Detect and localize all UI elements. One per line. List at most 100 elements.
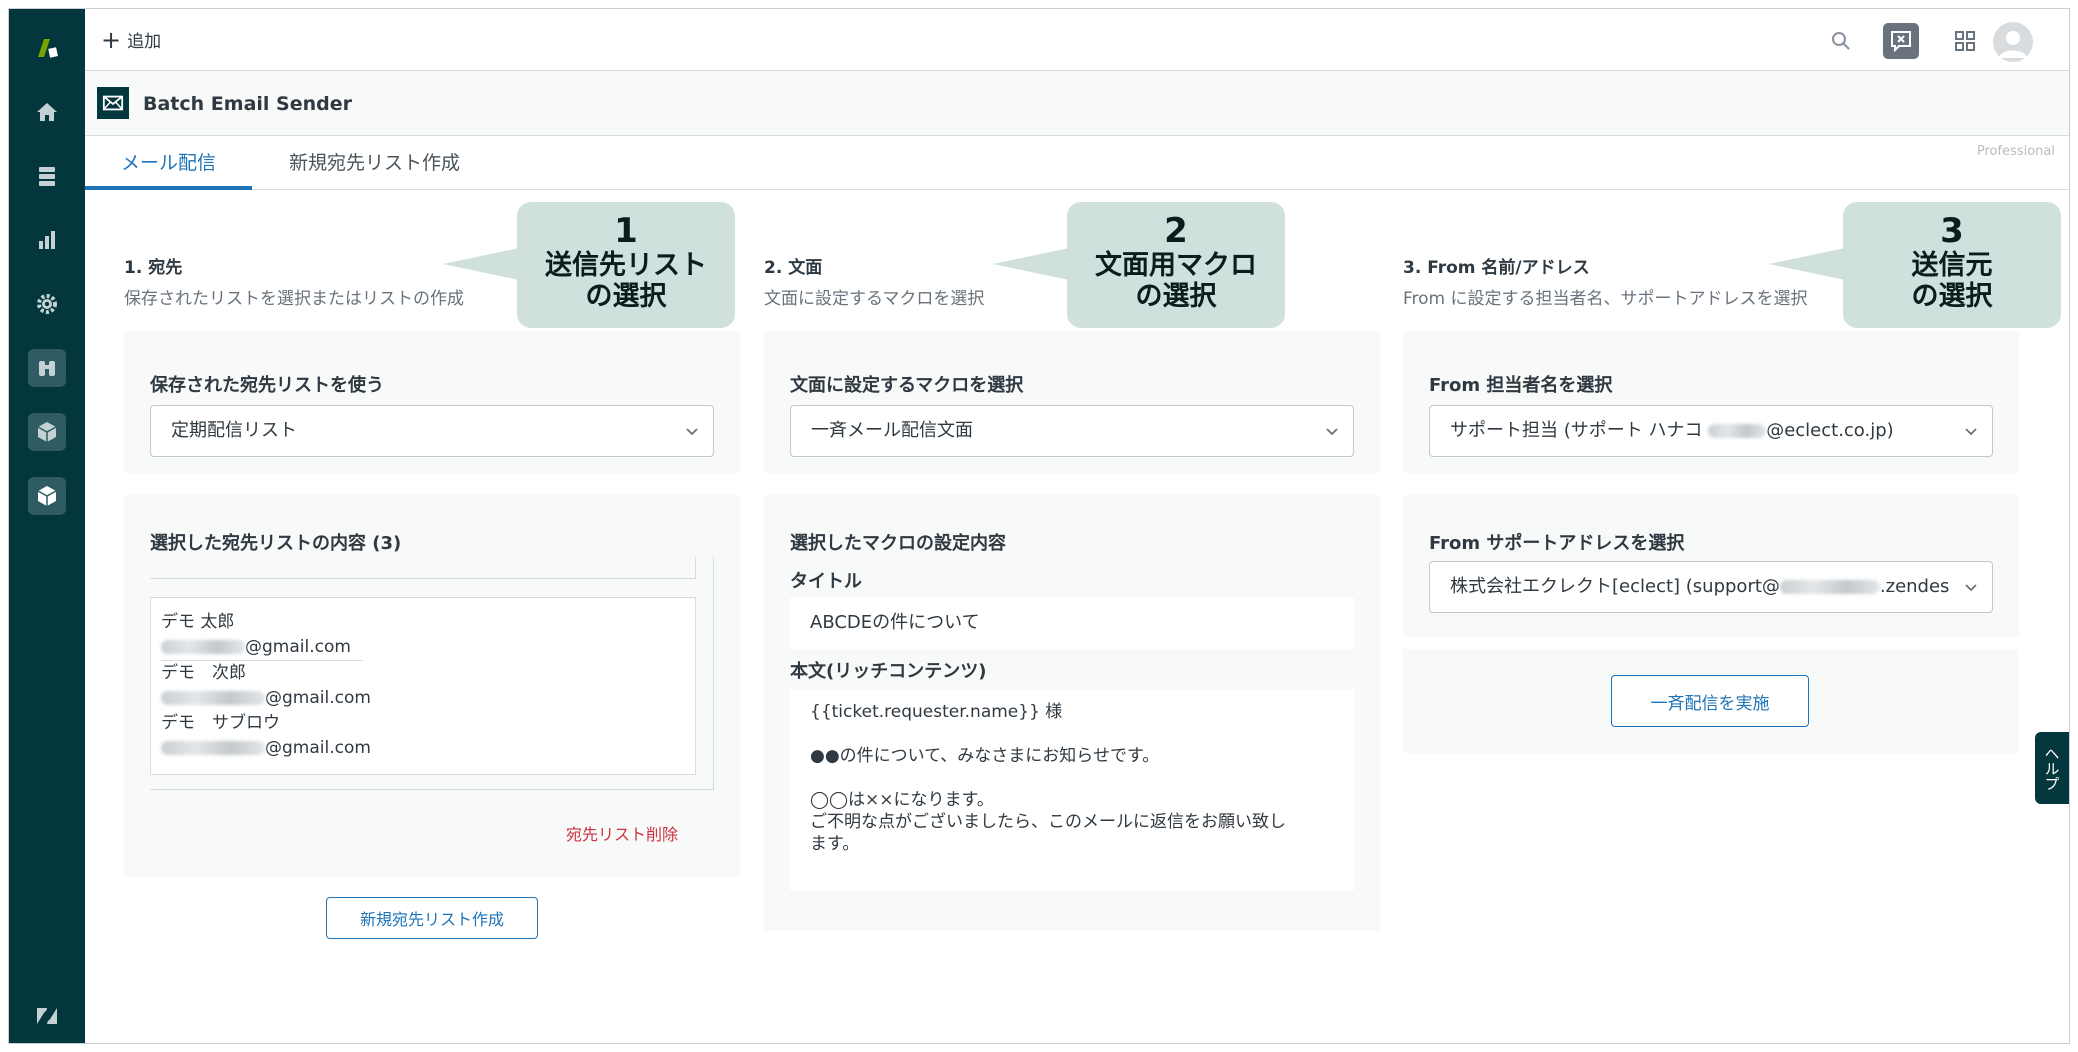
- app-box-icon[interactable]: [28, 413, 66, 451]
- sidebar: [9, 9, 85, 1043]
- settings-icon[interactable]: [28, 285, 66, 323]
- section-title: 3. From 名前/アドレス: [1403, 258, 1590, 278]
- recipient-email-domain: @gmail.com: [245, 637, 351, 657]
- list-item: デモ 太郎 @gmail.com: [161, 610, 685, 661]
- views-icon[interactable]: [28, 157, 66, 195]
- list-contents-label: 選択した宛先リストの内容 (3): [150, 533, 402, 554]
- callout-1: 1 送信先リスト の選択: [443, 202, 735, 328]
- chevron-down-icon: [686, 428, 698, 436]
- delete-list-link[interactable]: 宛先リスト削除: [566, 821, 678, 845]
- address-value-suffix: .zendes: [1879, 576, 1950, 597]
- agent-value-suffix: @eclect.co.jp): [1766, 420, 1894, 441]
- chevron-down-icon: [1965, 428, 1977, 436]
- callout-3: 3 送信元 の選択: [1769, 202, 2061, 328]
- macro-detail-label: 選択したマクロの設定内容: [790, 533, 1006, 554]
- app-box-active-icon[interactable]: [28, 477, 66, 515]
- callout-line: の選択: [1911, 281, 1993, 312]
- search-icon[interactable]: [1823, 23, 1859, 59]
- binoculars-icon[interactable]: [28, 349, 66, 387]
- add-button[interactable]: + 追加: [101, 27, 162, 53]
- subject-label: タイトル: [790, 571, 862, 592]
- home-icon[interactable]: [28, 93, 66, 131]
- list-item: デモ 次郎 @gmail.com: [161, 661, 685, 711]
- address-label: From サポートアドレスを選択: [1429, 533, 1685, 554]
- agent-select[interactable]: サポート担当 (サポート ハナコ @eclect.co.jp): [1429, 405, 1993, 457]
- list-header-row: [150, 557, 696, 579]
- app-frame: + 追加 Batch Email Sender メール配信 新規宛先リスト作成 …: [8, 8, 2070, 1044]
- app-header: Batch Email Sender: [85, 71, 2069, 136]
- body-content: {{ticket.requester.name}} 様 ●●の件について、みなさ…: [790, 689, 1354, 891]
- recipient-email: @gmail.com: [161, 685, 685, 711]
- callout-line: 送信元: [1911, 250, 1993, 281]
- recipients-section-header: 1. 宛先 保存されたリストを選択またはリストの作成: [124, 253, 464, 309]
- section-subtitle: 保存されたリストを選択またはリストの作成: [124, 289, 464, 309]
- body-label: 本文(リッチコンテンツ): [790, 661, 987, 682]
- saved-list-select[interactable]: 定期配信リスト: [150, 405, 714, 457]
- list-contents-card: 選択した宛先リストの内容 (3) デモ 太郎 @gmail.com デモ 次郎 …: [124, 495, 740, 877]
- section-title: 2. 文面: [764, 258, 823, 278]
- section-subtitle: 文面に設定するマクロを選択: [764, 289, 985, 309]
- body-line: ●●の件について、みなさまにお知らせです。: [810, 746, 1160, 766]
- tab-new-list[interactable]: 新規宛先リスト作成: [253, 136, 496, 190]
- content-section-header: 2. 文面 文面に設定するマクロを選択: [764, 253, 984, 309]
- saved-list-label: 保存された宛先リストを使う: [150, 375, 384, 396]
- callout-tail: [1769, 248, 1845, 280]
- body-line: ◯◯は××になります。: [810, 790, 994, 810]
- list-contents-box[interactable]: デモ 太郎 @gmail.com デモ 次郎 @gmail.com デモ サブロ…: [150, 557, 714, 790]
- from-section-header: 3. From 名前/アドレス From に設定する担当者名、サポートアドレスを…: [1403, 253, 1808, 309]
- scrollbar-track[interactable]: [713, 557, 714, 789]
- send-card: 一斉配信を実施: [1403, 649, 2019, 753]
- redacted-email: [161, 691, 265, 705]
- zendesk-z-icon[interactable]: [28, 997, 66, 1035]
- address-select[interactable]: 株式会社エクレクト[eclect] (support@ .zendes: [1429, 561, 1993, 613]
- agent-value-prefix: サポート担当 (サポート ハナコ: [1450, 420, 1709, 441]
- agent-label: From 担当者名を選択: [1429, 375, 1613, 396]
- avatar-icon[interactable]: [1993, 22, 2033, 62]
- body-line: ます。: [810, 834, 860, 854]
- subject-value: ABCDEの件について: [790, 597, 1354, 649]
- chat-icon[interactable]: [1883, 23, 1919, 59]
- saved-list-value: 定期配信リスト: [171, 420, 297, 441]
- agent-card: From 担当者名を選択 サポート担当 (サポート ハナコ @eclect.co…: [1403, 331, 2019, 473]
- recipient-email: @gmail.com: [161, 634, 363, 661]
- section-subtitle: From に設定する担当者名、サポートアドレスを選択: [1403, 289, 1808, 309]
- list-item: デモ サブロウ @gmail.com: [161, 711, 685, 761]
- add-label: 追加: [127, 32, 162, 52]
- body-line: ご不明な点がございましたら、このメールに返信をお願い致し: [810, 812, 1286, 832]
- macro-label: 文面に設定するマクロを選択: [790, 375, 1024, 396]
- redacted-domain: [1779, 580, 1880, 594]
- recipient-name: デモ サブロウ: [161, 713, 280, 733]
- callout-tail: [443, 248, 519, 280]
- saved-list-card: 保存された宛先リストを使う 定期配信リスト: [124, 331, 740, 473]
- help-tab[interactable]: ヘルプ: [2035, 732, 2069, 804]
- scrollbar-bottom: [150, 789, 714, 790]
- callout-2: 2 文面用マクロ の選択: [993, 202, 1285, 328]
- macro-detail-card: 選択したマクロの設定内容 タイトル ABCDEの件について 本文(リッチコンテン…: [764, 495, 1380, 931]
- callout-line: の選択: [585, 281, 667, 312]
- app-title: Batch Email Sender: [143, 93, 352, 115]
- tab-mail-delivery[interactable]: メール配信: [85, 136, 253, 190]
- recipient-name: デモ 太郎: [161, 612, 235, 632]
- macro-select[interactable]: 一斉メール配信文面: [790, 405, 1354, 457]
- address-value-prefix: 株式会社エクレクト[eclect] (support@: [1450, 576, 1780, 597]
- redacted-email: [161, 741, 265, 755]
- redacted-email: [161, 640, 245, 654]
- chevron-down-icon: [1965, 584, 1977, 592]
- mail-icon: [97, 87, 129, 119]
- recipient-list: デモ 太郎 @gmail.com デモ 次郎 @gmail.com デモ サブロ…: [150, 597, 696, 775]
- recipient-email-domain: @gmail.com: [265, 688, 371, 708]
- macro-card: 文面に設定するマクロを選択 一斉メール配信文面: [764, 331, 1380, 473]
- send-button[interactable]: 一斉配信を実施: [1611, 675, 1809, 727]
- callout-tail: [993, 248, 1069, 280]
- plan-label: Professional: [1976, 144, 2055, 159]
- top-bar: + 追加: [85, 9, 2069, 71]
- new-list-button[interactable]: 新規宛先リスト作成: [326, 897, 538, 939]
- macro-value: 一斉メール配信文面: [811, 420, 973, 441]
- body-line: {{ticket.requester.name}} 様: [810, 702, 1063, 722]
- callout-line: 送信先リスト: [545, 250, 707, 281]
- zendesk-logo-icon[interactable]: [28, 29, 66, 67]
- callout-number: 1: [614, 211, 638, 251]
- tab-bar: メール配信 新規宛先リスト作成 Professional: [85, 136, 2069, 190]
- reporting-icon[interactable]: [28, 221, 66, 259]
- apps-grid-icon[interactable]: [1947, 23, 1983, 59]
